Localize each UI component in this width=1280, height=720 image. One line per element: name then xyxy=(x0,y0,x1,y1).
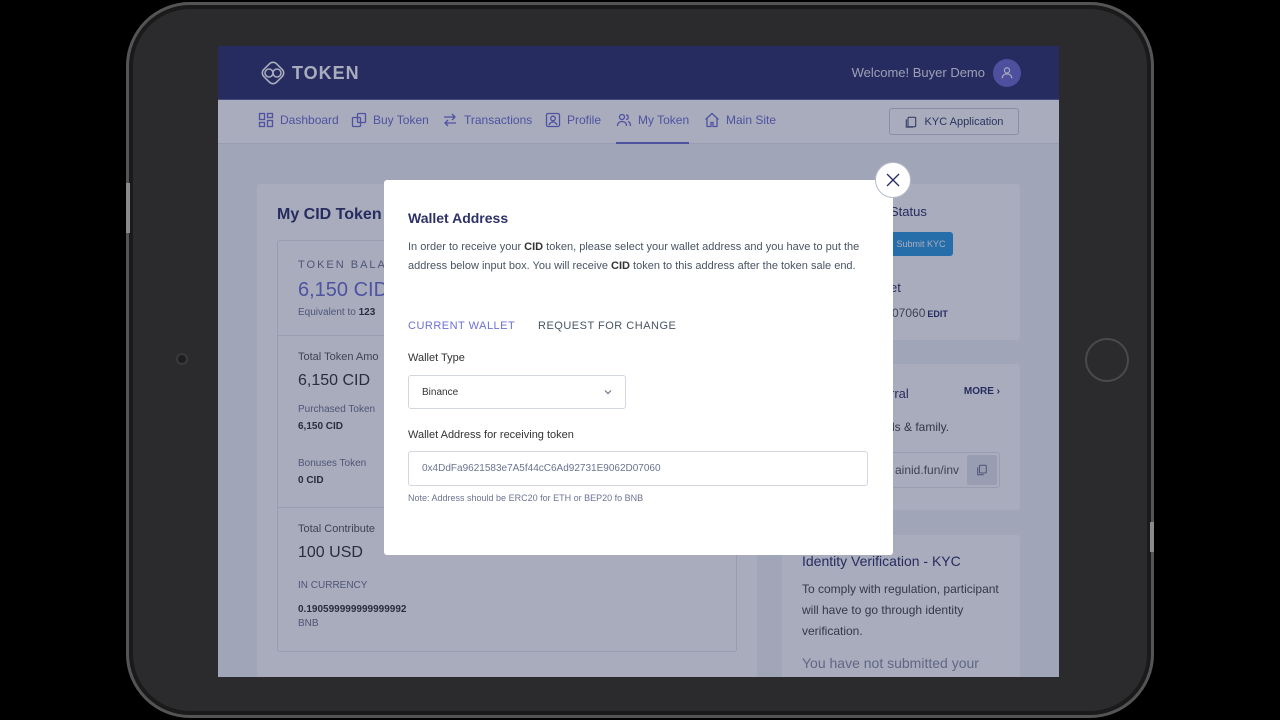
tab-current-wallet[interactable]: CURRENT WALLET xyxy=(408,320,515,332)
chevron-down-icon xyxy=(604,390,612,395)
wallet-type-label: Wallet Type xyxy=(408,352,465,364)
address-note: Note: Address should be ERC20 for ETH or… xyxy=(408,493,644,503)
desc-token: CID xyxy=(524,241,544,253)
camera-icon xyxy=(176,353,188,365)
desc-part: In order to receive your xyxy=(408,241,525,253)
close-icon xyxy=(886,173,900,187)
wallet-address-label: Wallet Address for receiving token xyxy=(408,429,574,441)
home-button[interactable] xyxy=(1085,338,1129,382)
modal-title: Wallet Address xyxy=(408,210,509,226)
tab-request-change[interactable]: REQUEST FOR CHANGE xyxy=(538,320,676,332)
wallet-type-select[interactable]: Binance xyxy=(408,375,626,409)
tablet-side-button xyxy=(126,183,130,233)
desc-part: token to this address after the token sa… xyxy=(629,260,856,272)
wallet-address-modal: Wallet Address In order to receive your … xyxy=(384,180,893,555)
wallet-type-value: Binance xyxy=(422,387,459,398)
wallet-address-input[interactable]: 0x4DdFa9621583e7A5f44cC6Ad92731E9062D070… xyxy=(408,451,868,486)
desc-token: CID xyxy=(611,260,630,272)
close-button[interactable] xyxy=(875,162,911,198)
modal-description: In order to receive your CID token, plea… xyxy=(408,238,873,276)
tablet-side-button xyxy=(1150,522,1154,552)
